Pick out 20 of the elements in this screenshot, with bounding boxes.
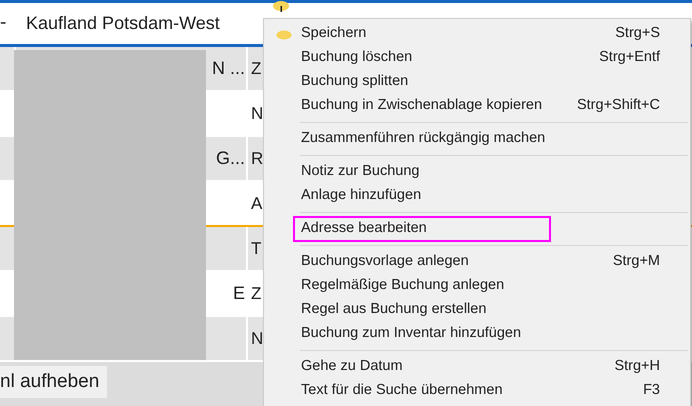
- menu-item[interactable]: Buchung löschen Strg+Entf: [264, 46, 690, 70]
- shortcut-label: F3: [643, 381, 660, 400]
- menu-item[interactable]: Speichern Strg+S: [264, 22, 690, 46]
- menu-item[interactable]: Regelmäßige Buchung anlegen: [264, 274, 690, 298]
- shortcut-label: Strg+S: [615, 24, 660, 44]
- deselect-button[interactable]: nl aufheben: [0, 366, 108, 398]
- menu-item[interactable]: Buchung in Zwischenablage kopieren Strg+Shift+C: [264, 94, 690, 118]
- shortcut-label: Strg+Shift+C: [576, 96, 660, 116]
- menu-item[interactable]: Gehe zu Datum Strg+H: [264, 355, 690, 379]
- menu-item[interactable]: Buchung zum Inventar hinzufügen: [264, 322, 690, 346]
- menu-item[interactable]: Anlage hinzufügen: [264, 184, 690, 208]
- table-cell: [0, 47, 14, 90]
- table-cell: [0, 317, 14, 360]
- menu-item[interactable]: Text für die Suche übernehmen F3: [264, 379, 690, 403]
- shortcut-label: Strg+H: [614, 357, 660, 376]
- table-cell: [0, 227, 14, 270]
- shortcut-label: Strg+Entf: [599, 48, 660, 68]
- shortcut-label: Strg+M: [612, 252, 660, 272]
- drag-handle-icon: [272, 0, 290, 12]
- table-cell: [0, 137, 14, 180]
